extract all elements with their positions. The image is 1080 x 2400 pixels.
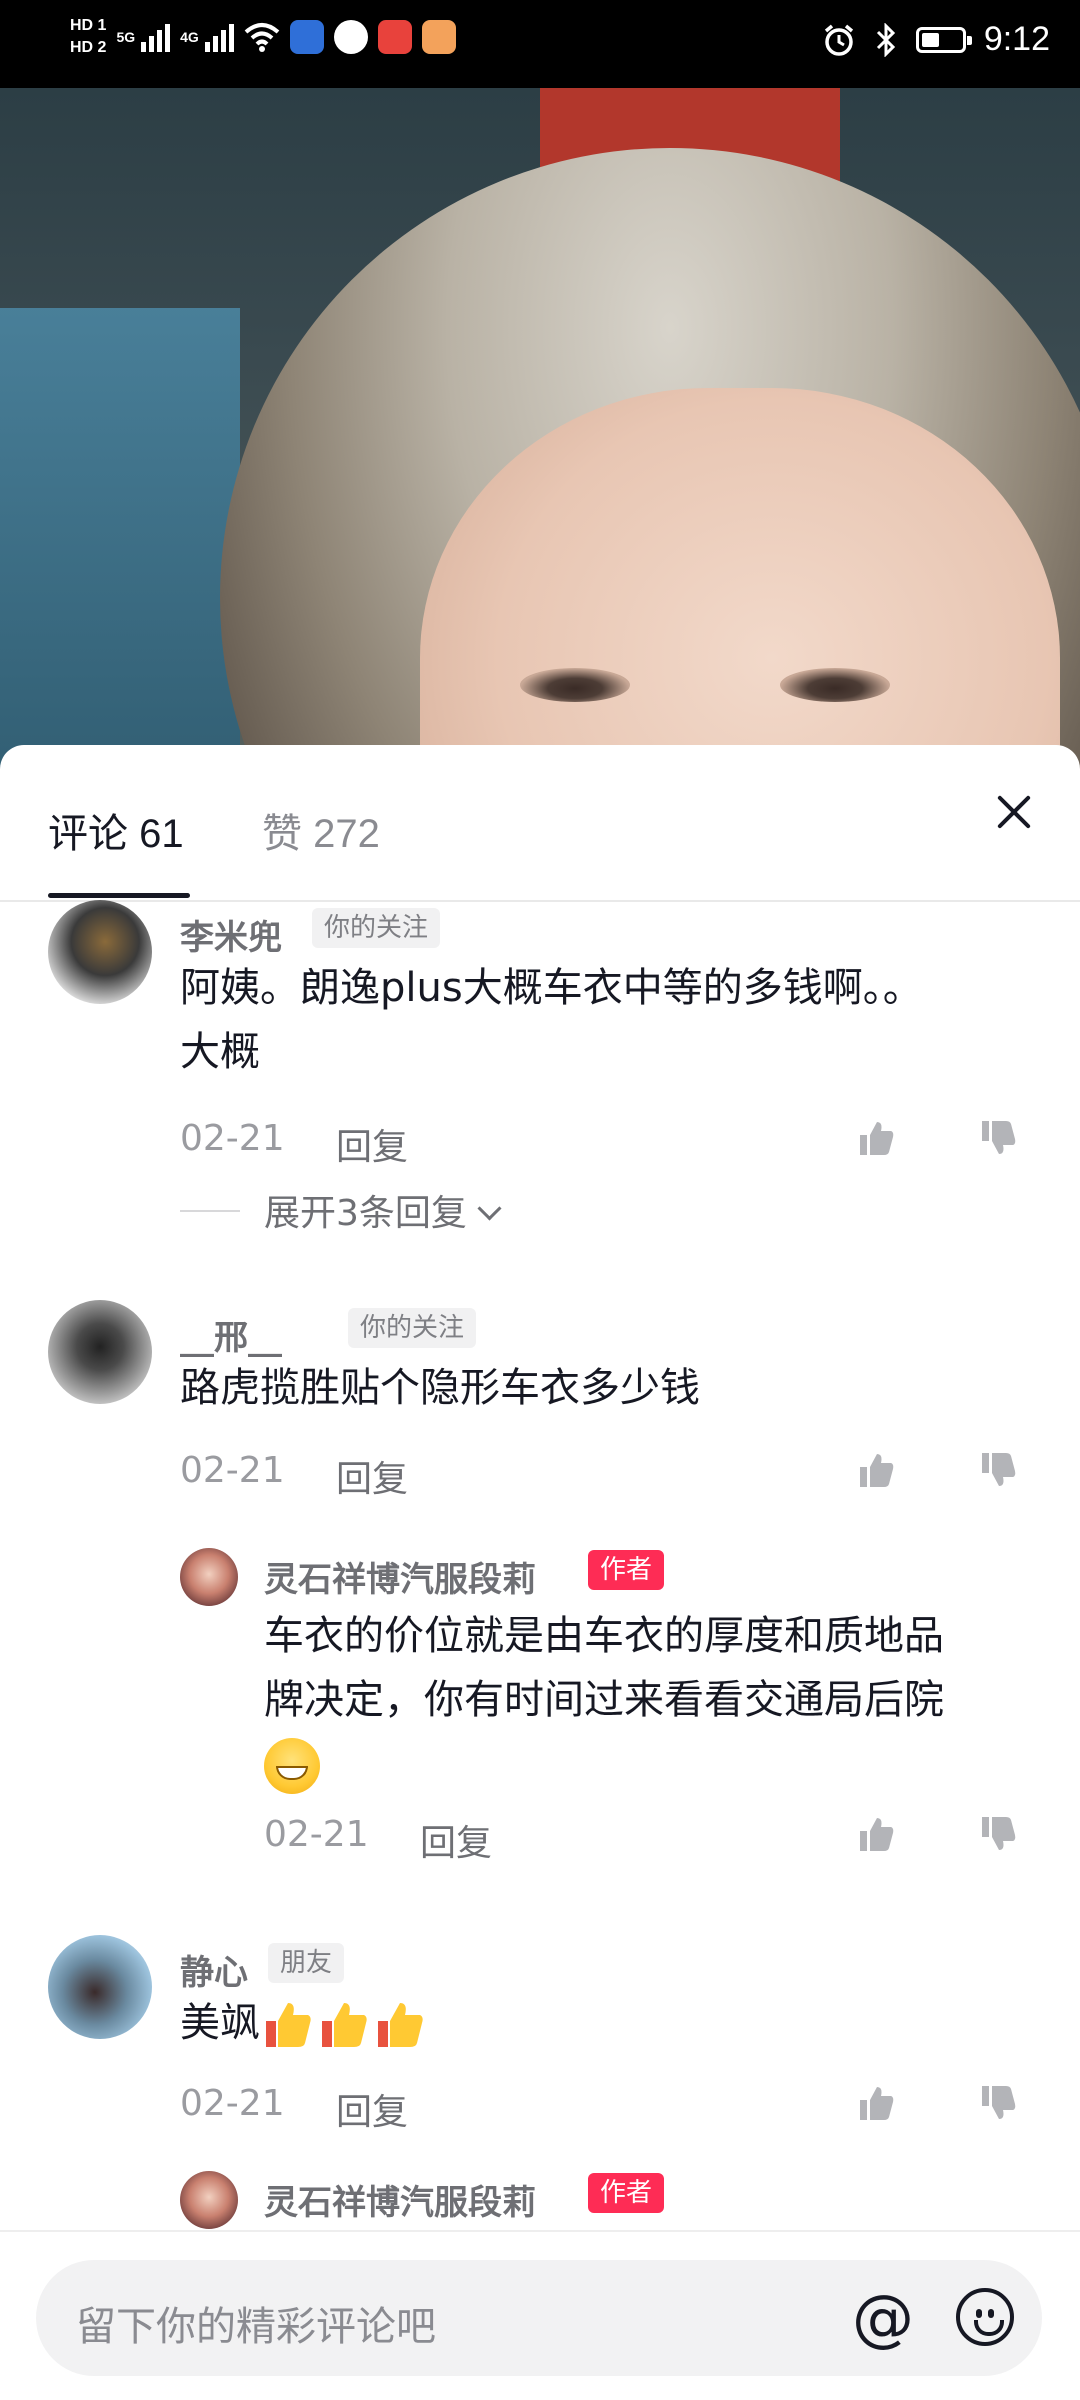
dislike-icon[interactable]	[978, 2083, 1018, 2123]
thumbs-up-emoji-icon	[322, 2003, 367, 2047]
reply-text-line-1: 车衣的价位就是由车衣的厚度和质地品	[264, 1613, 944, 1659]
reply-button[interactable]: 回复	[336, 2083, 408, 2135]
video-player[interactable]	[0, 88, 1080, 768]
video-person-eye-left	[520, 668, 630, 702]
like-icon[interactable]	[856, 2083, 896, 2123]
reply-text: 车衣的价位就是由车衣的厚度和质地品 牌决定，你有时间过来看看交通局后院	[264, 1604, 1044, 1796]
grinning-emoji-icon	[264, 1738, 320, 1794]
bluetooth-icon	[876, 22, 895, 57]
dislike-icon[interactable]	[978, 1814, 1018, 1854]
reply-avatar[interactable]	[180, 2171, 238, 2229]
wifi-icon	[244, 23, 280, 52]
alarm-icon	[824, 24, 853, 56]
close-button[interactable]	[992, 790, 1036, 834]
follow-tag: 你的关注	[312, 908, 441, 948]
comment-text-line-1: 阿姨。朗逸plus大概车衣中等的多钱啊。。	[180, 965, 923, 1011]
reply-button[interactable]: 回复	[336, 1118, 408, 1170]
comment-text: 路虎揽胜贴个隐形车衣多少钱	[180, 1365, 700, 1411]
reply-username[interactable]: 灵石祥博汽服段莉	[264, 2175, 536, 2224]
ball-app-icon	[333, 20, 368, 54]
comment-text-line-2: 大概	[180, 1029, 260, 1075]
red-app-icon	[377, 20, 412, 54]
video-person-eye-right	[780, 668, 890, 702]
comment-input-bar: 留下你的精彩评论吧 @	[0, 2230, 1080, 2400]
status-bar: HD 1 HD 2 5G 4G 9:12	[0, 0, 1080, 88]
signal-icon-2	[204, 22, 234, 52]
dislike-icon[interactable]	[978, 1118, 1018, 1158]
comment-username[interactable]: 静心	[180, 1945, 248, 1994]
like-icon[interactable]	[856, 1814, 896, 1854]
author-tag: 作者	[588, 2173, 665, 2213]
reply-text-line-2: 牌决定，你有时间过来看看交通局后院	[264, 1677, 944, 1723]
author-tag: 作者	[588, 1550, 665, 1590]
battery-icon	[915, 26, 972, 53]
comment-tabs: 评论 61 赞 272	[0, 745, 1080, 902]
network-type-2: 4G	[180, 29, 199, 45]
emoji-icon-mouth	[974, 2320, 1004, 2336]
comment-date: 02-21	[180, 2083, 285, 2124]
comment-text: 阿姨。朗逸plus大概车衣中等的多钱啊。。 大概	[180, 956, 1040, 1084]
comment-input[interactable]: 留下你的精彩评论吧 @	[36, 2260, 1042, 2376]
reply-button[interactable]: 回复	[336, 1450, 408, 1502]
like-icon[interactable]	[856, 1118, 896, 1158]
like-icon[interactable]	[856, 1450, 896, 1490]
video-background-building	[0, 308, 240, 768]
orange-app-icon	[421, 20, 456, 54]
emoji-icon[interactable]	[956, 2288, 1014, 2346]
expand-replies-label: 展开3条回复	[264, 1193, 467, 1234]
app-notification-icon	[289, 20, 324, 54]
avatar[interactable]	[48, 1300, 152, 1404]
avatar[interactable]	[48, 1935, 152, 2039]
comment-sheet: 评论 61 赞 272 李米兜 你的关注 阿姨。朗逸plus大概车衣中等的多钱啊…	[0, 745, 1080, 2400]
network-type-1: 5G	[116, 29, 136, 45]
comment-username[interactable]: 李米兜	[180, 910, 282, 959]
status-left: HD 1 HD 2 5G 4G	[70, 16, 456, 58]
comment-username[interactable]: __邢__	[180, 1310, 282, 1359]
reply-username[interactable]: 灵石祥博汽服段莉	[264, 1552, 536, 1601]
hd1-indicator: HD 1	[70, 17, 107, 34]
mention-icon[interactable]: @	[852, 2287, 914, 2349]
battery-level	[921, 32, 939, 47]
friend-tag: 朋友	[268, 1943, 345, 1983]
chevron-down-icon	[477, 1196, 502, 1221]
comment-text-body: 美飒	[180, 2000, 260, 2046]
tab-likes[interactable]: 赞 272	[262, 801, 380, 859]
comment-date: 02-21	[180, 1450, 285, 1491]
expand-divider	[180, 1210, 240, 1212]
active-tab-indicator	[48, 893, 190, 898]
follow-tag: 你的关注	[348, 1308, 477, 1348]
hd2-indicator: HD 2	[70, 39, 107, 56]
reply-date: 02-21	[264, 1814, 369, 1855]
thumbs-up-emoji-icon	[266, 2003, 311, 2047]
signal-icon-1	[141, 22, 171, 52]
reply-button[interactable]: 回复	[420, 1814, 492, 1866]
expand-replies-button[interactable]: 展开3条回复	[264, 1184, 502, 1236]
avatar[interactable]	[48, 900, 152, 1004]
clock: 9:12	[983, 20, 1050, 58]
status-right: 9:12	[822, 20, 1050, 59]
comment-input-placeholder: 留下你的精彩评论吧	[76, 2304, 436, 2350]
reply-avatar[interactable]	[180, 1548, 238, 1606]
comment-text: 美飒	[180, 1991, 1040, 2055]
thumbs-up-emoji-icon	[378, 2003, 423, 2047]
hd-indicators: HD 1 HD 2	[70, 16, 106, 58]
comment-date: 02-21	[180, 1118, 285, 1159]
dislike-icon[interactable]	[978, 1450, 1018, 1490]
tab-comments[interactable]: 评论 61	[48, 801, 184, 859]
